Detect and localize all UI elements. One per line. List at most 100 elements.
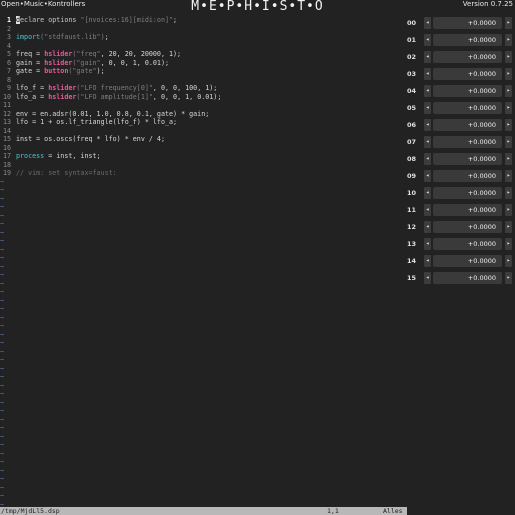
decrement-arrow-icon[interactable]: ◂	[424, 85, 431, 97]
controller-value[interactable]: +0.0000	[433, 204, 502, 216]
controller-row: 02 ◂ +0.0000 ▸	[405, 50, 515, 64]
controller-value[interactable]: +0.0000	[433, 170, 502, 182]
controller-row: 04 ◂ +0.0000 ▸	[405, 84, 515, 98]
code-keyword: import	[16, 33, 41, 41]
increment-arrow-icon[interactable]: ▸	[505, 34, 512, 46]
line-number: 1	[6, 16, 11, 24]
line-number: 12	[2, 109, 11, 118]
increment-arrow-icon[interactable]: ▸	[505, 170, 512, 182]
empty-line-marker: ~	[0, 220, 5, 228]
controller-value[interactable]: +0.0000	[433, 153, 502, 165]
controller-value[interactable]: +0.0000	[433, 136, 502, 148]
controller-value[interactable]: +0.0000	[433, 272, 502, 284]
increment-arrow-icon[interactable]: ▸	[505, 272, 512, 284]
controller-value[interactable]: +0.0000	[433, 119, 502, 131]
decrement-arrow-icon[interactable]: ◂	[424, 51, 431, 63]
code-line-13[interactable]: 13 lfo = 1 + os.lf_triangle(lfo_f) * lfo_…	[0, 118, 177, 126]
code-line-16[interactable]: 16	[0, 144, 16, 152]
code-line-12[interactable]: 12 env = en.adsr(0.01, 1.0, 0.8, 0.1, gat…	[0, 110, 209, 118]
empty-line-marker: ~	[0, 194, 5, 203]
decrement-arrow-icon[interactable]: ◂	[424, 102, 431, 114]
code-string: ("gain"	[72, 58, 101, 67]
controller-value[interactable]: +0.0000	[433, 255, 502, 267]
controller-value[interactable]: +0.0000	[433, 85, 502, 97]
empty-line-marker: ~	[0, 424, 5, 432]
code-line-19[interactable]: 19 // vim: set syntax=faust:	[0, 169, 117, 177]
decrement-arrow-icon[interactable]: ◂	[424, 119, 431, 131]
increment-arrow-icon[interactable]: ▸	[505, 102, 512, 114]
status-cursor-position: 1,1	[327, 507, 339, 515]
increment-arrow-icon[interactable]: ▸	[505, 51, 512, 63]
line-number: 16	[2, 143, 11, 152]
controller-value[interactable]: +0.0000	[433, 68, 502, 80]
code-line-9[interactable]: 9 lfo_f = hslider("LFO frequency[0]", 0, …	[0, 84, 217, 92]
increment-arrow-icon[interactable]: ▸	[505, 153, 512, 165]
code-line-4[interactable]: 4	[0, 42, 16, 50]
increment-arrow-icon[interactable]: ▸	[505, 255, 512, 267]
code-line-17[interactable]: 17 process = inst, inst;	[0, 152, 101, 160]
empty-line-marker: ~	[0, 475, 5, 483]
controller-value[interactable]: +0.0000	[433, 51, 502, 63]
controller-row: 08 ◂ +0.0000 ▸	[405, 152, 515, 166]
code-string: ("LFO frequency[0]"	[76, 84, 153, 92]
controller-id: 15	[407, 274, 417, 282]
code-line-1[interactable]: 1 declare options "[nvoices:16][midi:on]"…	[0, 16, 177, 24]
decrement-arrow-icon[interactable]: ◂	[424, 170, 431, 182]
code-line-2[interactable]: 2	[0, 25, 16, 33]
controller-value[interactable]: +0.0000	[433, 238, 502, 250]
controller-id: 04	[407, 87, 417, 95]
line-number: 7	[6, 67, 11, 75]
code-line-11[interactable]: 11	[0, 101, 16, 109]
code-line-14[interactable]: 14	[0, 127, 16, 135]
decrement-arrow-icon[interactable]: ◂	[424, 68, 431, 80]
controller-value[interactable]: +0.0000	[433, 102, 502, 114]
decrement-arrow-icon[interactable]: ◂	[424, 272, 431, 284]
controller-row: 07 ◂ +0.0000 ▸	[405, 135, 515, 149]
controller-value[interactable]: +0.0000	[433, 17, 502, 29]
empty-line-marker: ~	[0, 390, 5, 398]
decrement-arrow-icon[interactable]: ◂	[424, 136, 431, 148]
increment-arrow-icon[interactable]: ▸	[505, 204, 512, 216]
decrement-arrow-icon[interactable]: ◂	[424, 238, 431, 250]
controller-row: 10 ◂ +0.0000 ▸	[405, 186, 515, 200]
controller-id: 13	[407, 240, 417, 248]
increment-arrow-icon[interactable]: ▸	[505, 17, 512, 29]
code-string: ("gate"	[68, 67, 97, 75]
controller-value[interactable]: +0.0000	[433, 221, 502, 233]
code-line-10[interactable]: 10 lfo_a = hslider("LFO amplitude[1]", 0,…	[0, 93, 221, 101]
decrement-arrow-icon[interactable]: ◂	[424, 153, 431, 165]
code-line-8[interactable]: 8	[0, 76, 16, 84]
increment-arrow-icon[interactable]: ▸	[505, 136, 512, 148]
line-number: 6	[6, 58, 11, 67]
decrement-arrow-icon[interactable]: ◂	[424, 34, 431, 46]
empty-line-marker: ~	[0, 262, 5, 271]
code-text: env = en.adsr(0.01, 1.0, 0.8, 0.1, gate)…	[16, 109, 210, 118]
increment-arrow-icon[interactable]: ▸	[505, 187, 512, 199]
code-line-5[interactable]: 5 freq = hslider("freq", 20, 20, 20000, 1…	[0, 50, 181, 58]
line-number: 18	[2, 160, 11, 169]
controller-value[interactable]: +0.0000	[433, 34, 502, 46]
decrement-arrow-icon[interactable]: ◂	[424, 221, 431, 233]
empty-line-marker: ~	[0, 441, 5, 449]
code-line-7[interactable]: 7 gate = button("gate");	[0, 67, 105, 75]
code-line-3[interactable]: 3 import("stdfaust.lib");	[0, 33, 109, 41]
code-line-18[interactable]: 18	[0, 161, 16, 169]
code-text: , 0, 0, 100, 1);	[152, 84, 218, 92]
controller-value[interactable]: +0.0000	[433, 187, 502, 199]
decrement-arrow-icon[interactable]: ◂	[424, 17, 431, 29]
decrement-arrow-icon[interactable]: ◂	[424, 255, 431, 267]
increment-arrow-icon[interactable]: ▸	[505, 221, 512, 233]
code-editor[interactable]: 1 declare options "[nvoices:16][midi:on]"…	[0, 16, 404, 506]
decrement-arrow-icon[interactable]: ◂	[424, 204, 431, 216]
increment-arrow-icon[interactable]: ▸	[505, 85, 512, 97]
code-line-6[interactable]: 6 gain = hslider("gain", 0, 0, 1, 0.01);	[0, 59, 169, 67]
empty-line-marker: ~	[0, 407, 5, 415]
increment-arrow-icon[interactable]: ▸	[505, 119, 512, 131]
code-comment: // vim: set syntax=faust:	[16, 169, 117, 177]
code-function: hslider	[48, 84, 77, 92]
code-text: lfo_a =	[16, 92, 49, 101]
decrement-arrow-icon[interactable]: ◂	[424, 187, 431, 199]
increment-arrow-icon[interactable]: ▸	[505, 68, 512, 80]
increment-arrow-icon[interactable]: ▸	[505, 238, 512, 250]
code-line-15[interactable]: 15 inst = os.oscs(freq * lfo) * env / 4;	[0, 135, 165, 143]
